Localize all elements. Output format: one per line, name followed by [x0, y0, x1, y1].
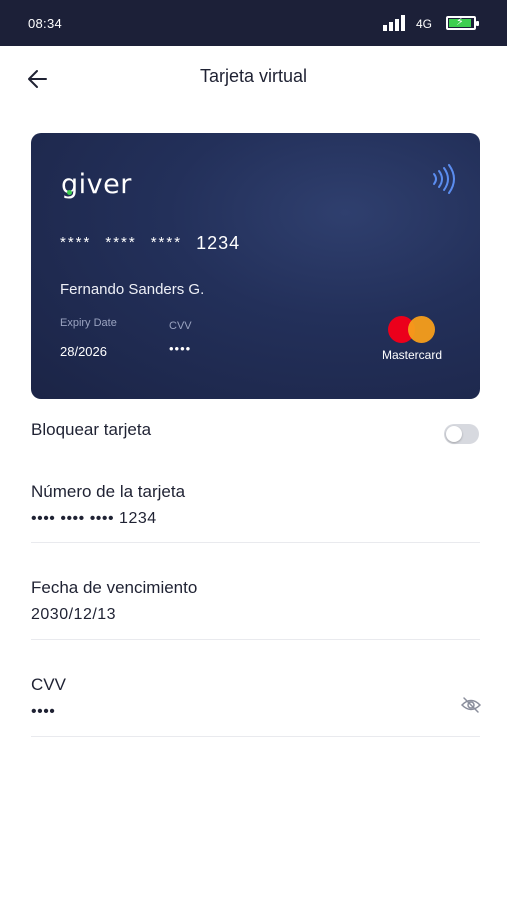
expiry-date-field: Fecha de vencimiento 2030/12/13 — [31, 578, 480, 640]
lock-card-label: Bloquear tarjeta — [31, 420, 152, 439]
status-time: 08:34 — [28, 16, 63, 31]
cvv-value: •••• — [169, 341, 192, 356]
card-number-value: •••• •••• •••• 1234 — [31, 510, 157, 527]
expiry-label: Expiry Date — [60, 317, 117, 329]
card-number-mask: **** — [105, 234, 137, 251]
card-number-field: Número de la tarjeta •••• •••• •••• 1234 — [31, 482, 480, 543]
divider — [31, 639, 480, 640]
card-network-label: Mastercard — [382, 348, 443, 362]
mastercard-logo — [388, 316, 438, 346]
network-type: 4G — [416, 17, 433, 31]
expiry-date-label: Fecha de vencimiento — [31, 578, 198, 597]
cvv-field-label: CVV — [31, 675, 66, 694]
cvv-field: CVV •••• — [31, 675, 482, 737]
toggle-knob — [446, 426, 462, 442]
card-number-label: Número de la tarjeta — [31, 482, 186, 501]
card-number-mask: **** — [150, 234, 183, 251]
virtual-card: giver **** **** **** 1234 Fernando Sanders … — [31, 133, 480, 399]
card-holder-name: Fernando Sanders G. — [60, 281, 205, 298]
expiry-date-value: 2030/12/13 — [31, 606, 117, 623]
eye-off-icon[interactable] — [460, 696, 482, 714]
lock-card-row: Bloquear tarjeta — [31, 420, 480, 450]
signal-icon — [383, 15, 407, 31]
page-title: Tarjeta virtual — [199, 66, 308, 86]
cvv-field-value: •••• — [31, 703, 56, 720]
cvv-label: CVV — [169, 320, 192, 332]
card-last-digits: 1234 — [196, 233, 241, 253]
divider — [31, 736, 480, 737]
divider — [31, 542, 480, 543]
brand-logo: giver — [61, 169, 132, 200]
expiry-value: 28/2026 — [60, 344, 107, 359]
card-number: **** **** **** 1234 — [60, 233, 240, 254]
lock-card-toggle[interactable] — [444, 424, 479, 444]
status-bar: 08:34 4G ⚡ — [0, 0, 507, 46]
battery-icon: ⚡ — [446, 16, 479, 30]
contactless-icon — [433, 164, 455, 194]
card-number-mask: **** — [60, 234, 92, 251]
header: Tarjeta virtual — [0, 46, 507, 112]
